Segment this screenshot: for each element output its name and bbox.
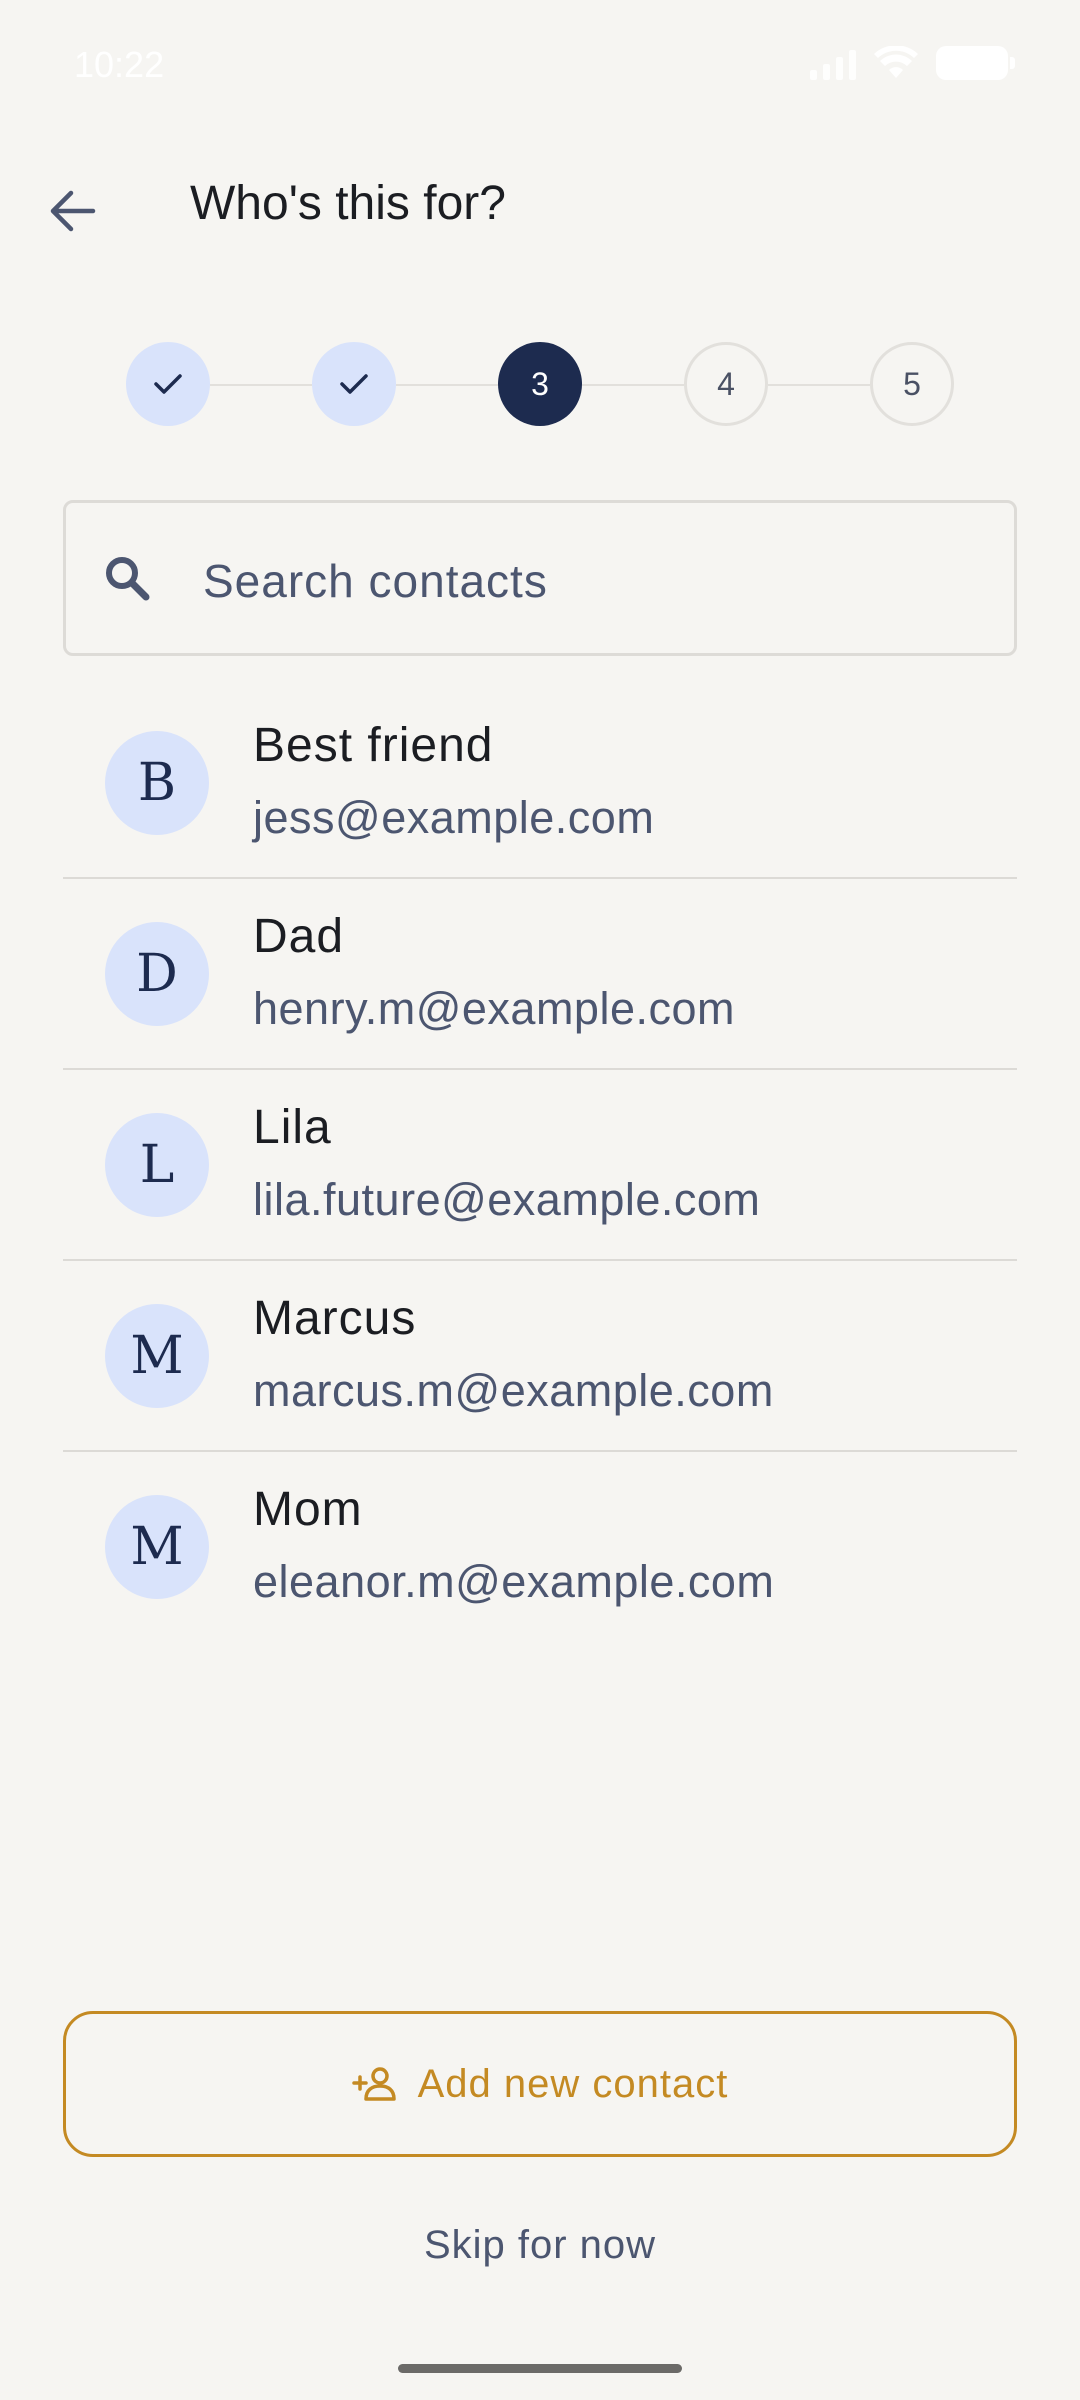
contact-name: Mom [253, 1483, 363, 1536]
contact-email: lila.future@example.com [253, 1174, 761, 1225]
add-person-icon [351, 2067, 396, 2101]
contact-list: B Best friend jess@example.com D Dad hen… [63, 688, 1017, 1643]
step-connector [768, 384, 870, 386]
top-bar: Who's this for? [0, 150, 1080, 260]
contact-name: Marcus [253, 1292, 417, 1345]
page-title: Who's this for? [190, 177, 506, 230]
contact-name: Best friend [253, 719, 494, 772]
contact-email: jess@example.com [253, 792, 655, 843]
avatar: M [105, 1495, 209, 1599]
contact-email: marcus.m@example.com [253, 1365, 774, 1416]
contact-row[interactable]: D Dad henry.m@example.com [63, 879, 1017, 1070]
step-2 [312, 342, 396, 426]
contact-row[interactable]: L Lila lila.future@example.com [63, 1070, 1017, 1261]
step-1 [126, 342, 210, 426]
back-button[interactable] [30, 168, 116, 254]
contact-row[interactable]: M Mom eleanor.m@example.com [63, 1452, 1017, 1643]
signal-icon [810, 46, 856, 80]
avatar: B [105, 731, 209, 835]
avatar: M [105, 1304, 209, 1408]
progress-stepper: 3 4 5 [0, 340, 1080, 430]
step-connector [582, 384, 684, 386]
add-contact-label: Add new contact [417, 2061, 729, 2106]
skip-button[interactable]: Skip for now [340, 2210, 740, 2280]
status-icons [810, 46, 1015, 80]
contact-row[interactable]: M Marcus marcus.m@example.com [63, 1261, 1017, 1452]
contact-email: eleanor.m@example.com [253, 1556, 775, 1607]
contact-row[interactable]: B Best friend jess@example.com [63, 688, 1017, 879]
contact-email: henry.m@example.com [253, 983, 735, 1034]
contact-name: Dad [253, 910, 345, 963]
avatar: D [105, 922, 209, 1026]
home-indicator[interactable] [398, 2364, 682, 2373]
step-connector [210, 384, 312, 386]
step-4: 4 [684, 342, 768, 426]
check-icon [340, 374, 368, 394]
contact-name: Lila [253, 1101, 332, 1154]
battery-icon [936, 46, 1015, 80]
search-input[interactable] [203, 543, 983, 619]
search-icon [106, 557, 150, 601]
arrow-left-icon [50, 190, 96, 232]
avatar: L [105, 1113, 209, 1217]
search-box[interactable] [63, 500, 1017, 656]
step-3: 3 [498, 342, 582, 426]
status-time: 10:22 [74, 44, 165, 85]
add-contact-button[interactable]: Add new contact [63, 2011, 1017, 2157]
check-icon [154, 374, 182, 394]
step-connector [396, 384, 498, 386]
wifi-icon [874, 46, 918, 78]
status-bar: 10:22 [0, 0, 1080, 130]
step-5: 5 [870, 342, 954, 426]
